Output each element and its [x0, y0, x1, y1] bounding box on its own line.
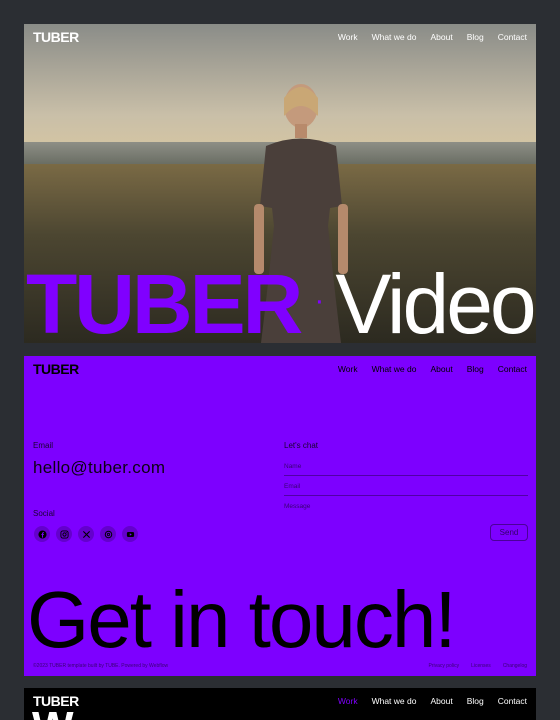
nav-menu: Work What we do About Blog Contact	[338, 364, 527, 374]
social-links	[34, 526, 138, 542]
logo[interactable]: TUBER	[33, 29, 79, 45]
nav-item-contact[interactable]: Contact	[498, 696, 527, 706]
facebook-icon[interactable]	[34, 526, 50, 542]
nav-item-contact[interactable]: Contact	[498, 364, 527, 374]
nav-item-blog[interactable]: Blog	[467, 364, 484, 374]
lets-chat-label: Let's chat	[284, 441, 318, 450]
email-field[interactable]: Email	[284, 478, 528, 496]
footer-link-privacy[interactable]: Privacy policy	[429, 663, 460, 669]
youtube-icon[interactable]	[122, 526, 138, 542]
nav-item-what-we-do[interactable]: What we do	[372, 696, 417, 706]
hero-brand: TUBER	[26, 257, 303, 343]
nav-item-what-we-do[interactable]: What we do	[372, 32, 417, 42]
message-field[interactable]: Message	[284, 498, 528, 516]
hero-title: TUBER · Video	[26, 262, 536, 343]
nav-item-about[interactable]: About	[430, 32, 452, 42]
threads-icon[interactable]	[100, 526, 116, 542]
email-label: Email	[33, 441, 54, 450]
name-field[interactable]: Name	[284, 458, 528, 476]
nav-item-blog[interactable]: Blog	[467, 32, 484, 42]
logo[interactable]: TUBER	[33, 361, 79, 377]
contact-email-link[interactable]: hello@tuber.com	[33, 458, 165, 478]
nav-item-work[interactable]: Work	[338, 696, 358, 706]
work-section: TUBER Work What we do About Blog Contact…	[24, 688, 536, 720]
footer-links: Privacy policy Licenses Changelog	[429, 663, 528, 669]
hero-word: Video	[335, 257, 536, 343]
footer-link-changelog[interactable]: Changelog	[503, 663, 527, 669]
hero-separator: ·	[314, 283, 324, 317]
nav-item-work[interactable]: Work	[338, 32, 358, 42]
hero-section: TUBER Work What we do About Blog Contact…	[24, 24, 536, 343]
send-button[interactable]: Send	[490, 524, 528, 541]
nav-item-about[interactable]: About	[430, 364, 452, 374]
nav-menu: Work What we do About Blog Contact	[338, 696, 527, 706]
top-nav: TUBER Work What we do About Blog Contact	[24, 24, 536, 50]
nav-item-what-we-do[interactable]: What we do	[372, 364, 417, 374]
social-label: Social	[33, 509, 55, 518]
instagram-icon[interactable]	[56, 526, 72, 542]
x-icon[interactable]	[78, 526, 94, 542]
contact-headline: Get in touch!	[27, 575, 457, 664]
nav-item-contact[interactable]: Contact	[498, 32, 527, 42]
footer-link-licenses[interactable]: Licenses	[471, 663, 491, 669]
nav-item-work[interactable]: Work	[338, 364, 358, 374]
nav-item-about[interactable]: About	[430, 696, 452, 706]
nav-item-blog[interactable]: Blog	[467, 696, 484, 706]
top-nav: TUBER Work What we do About Blog Contact	[24, 356, 536, 382]
footer-copyright: ©2023 TUBER template built by TUBE. Powe…	[33, 663, 169, 669]
contact-section: TUBER Work What we do About Blog Contact…	[24, 356, 536, 676]
nav-menu: Work What we do About Blog Contact	[338, 32, 527, 42]
work-headline: W...	[32, 706, 105, 720]
